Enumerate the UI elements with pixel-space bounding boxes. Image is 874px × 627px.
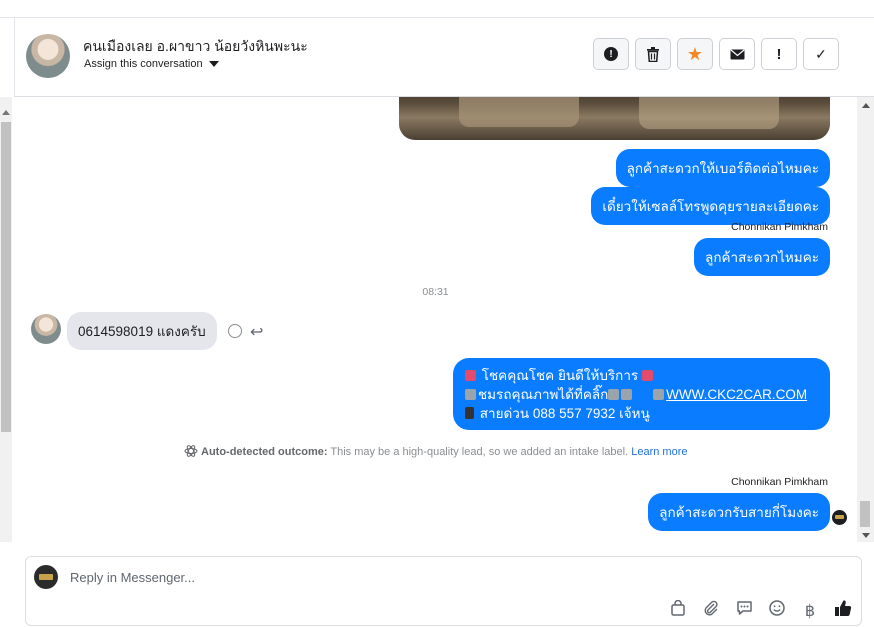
- photo-detail: [459, 97, 579, 127]
- outgoing-message[interactable]: โชคคุณโชค ยินดีให้บริการ ชมรถคุณภาพได้ที…: [453, 358, 830, 430]
- caret-down-icon: [208, 61, 219, 68]
- scrollbar-thumb[interactable]: [1, 122, 11, 432]
- saved-replies-icon[interactable]: [734, 600, 754, 621]
- incoming-message[interactable]: 0614598019 แดงครับ: [67, 312, 217, 350]
- react-emoji-icon[interactable]: [228, 324, 242, 338]
- outgoing-message[interactable]: ลูกค้าสะดวกรับสายกี่โมงคะ: [648, 493, 830, 531]
- play-emoji-icon: [465, 389, 476, 400]
- composer-tools: ฿: [668, 599, 853, 622]
- scroll-down-arrow-icon[interactable]: [862, 533, 870, 538]
- contact-name[interactable]: คนเมืองเลย อ.ผาขาว น้อยวังหินพะนะ: [83, 36, 308, 58]
- outgoing-message[interactable]: เดี๋ยวให้เซลล์โทรพูดคุยรายละเอียดคะ: [591, 187, 830, 225]
- phone-emoji-icon: [465, 407, 474, 419]
- atom-icon: [184, 445, 198, 457]
- message-text: ชมรถคุณภาพได้ที่คลิ๊ก: [478, 387, 609, 402]
- assign-label: Assign this conversation: [84, 58, 203, 70]
- website-link[interactable]: WWW.CKC2CAR.COM: [666, 387, 807, 402]
- avatar[interactable]: [26, 34, 70, 78]
- red-envelope-emoji-icon: [641, 370, 653, 381]
- shop-icon[interactable]: [668, 599, 688, 621]
- message-thread[interactable]: ลูกค้าสะดวกให้เบอร์ติดต่อไหมคะ เดี๋ยวให้…: [14, 97, 857, 542]
- play-emoji-icon: [653, 389, 665, 400]
- reply-icon[interactable]: ↩: [250, 322, 263, 342]
- reply-input[interactable]: Reply in Messenger...: [70, 570, 195, 585]
- attachment-icon[interactable]: [701, 600, 721, 621]
- down-arrow-emoji-icon: [621, 389, 633, 400]
- red-envelope-emoji-icon: [465, 370, 476, 381]
- scroll-up-arrow-icon[interactable]: [2, 110, 10, 115]
- thread-scrollbar[interactable]: [857, 97, 874, 542]
- sender-name: Chonnikan Pimkham: [731, 221, 828, 233]
- assign-conversation-dropdown[interactable]: Assign this conversation: [84, 58, 219, 70]
- page-avatar: [34, 565, 58, 589]
- outcome-title: Auto-detected outcome:: [201, 446, 328, 458]
- check-icon: ✓: [815, 45, 827, 62]
- sender-name: Chonnikan Pimkham: [731, 476, 828, 488]
- trash-icon: [647, 46, 659, 62]
- learn-more-link[interactable]: Learn more: [631, 446, 687, 458]
- emoji-icon[interactable]: [767, 600, 787, 621]
- reply-composer[interactable]: Reply in Messenger... ฿: [25, 556, 862, 626]
- outgoing-message[interactable]: ลูกค้าสะดวกไหมคะ: [694, 238, 830, 276]
- top-bar: [0, 0, 874, 18]
- star-button[interactable]: ★: [677, 38, 713, 70]
- photo-detail: [639, 97, 779, 129]
- follow-up-button[interactable]: !: [761, 38, 797, 70]
- auto-detected-outcome: Auto-detected outcome: This may be a hig…: [184, 444, 687, 458]
- down-arrow-emoji-icon: [608, 389, 620, 400]
- alert-circle-icon: !: [604, 47, 618, 61]
- outgoing-message[interactable]: ลูกค้าสะดวกให้เบอร์ติดต่อไหมคะ: [615, 149, 830, 187]
- message-text: โชคคุณโชค ยินดีให้บริการ: [481, 368, 639, 383]
- scroll-up-arrow-icon[interactable]: [862, 103, 870, 108]
- payment-icon[interactable]: ฿: [800, 601, 820, 621]
- outcome-text: This may be a high-quality lead, so we a…: [330, 446, 629, 458]
- avatar[interactable]: [31, 314, 61, 344]
- exclamation-icon: !: [776, 45, 782, 63]
- seen-avatar: [832, 510, 847, 525]
- scrollbar-thumb[interactable]: [860, 501, 870, 527]
- timestamp: 08:31: [422, 286, 449, 298]
- done-button[interactable]: ✓: [803, 38, 839, 70]
- shared-photo[interactable]: [399, 97, 830, 140]
- message-text: สายด่วน 088 557 7932 เจ้หนู: [479, 406, 650, 421]
- header-toolbar: ! ★ ! ✓: [593, 38, 839, 70]
- mark-unread-button[interactable]: [719, 38, 755, 70]
- envelope-icon: [730, 49, 744, 59]
- conversation-header: คนเมืองเลย อ.ผาขาว น้อยวังหินพะนะ Assign…: [14, 18, 874, 97]
- sidebar-scrollbar[interactable]: [0, 97, 12, 542]
- delete-button[interactable]: [635, 38, 671, 70]
- like-icon[interactable]: [833, 599, 853, 622]
- spam-button[interactable]: !: [593, 38, 629, 70]
- star-icon: ★: [686, 43, 704, 64]
